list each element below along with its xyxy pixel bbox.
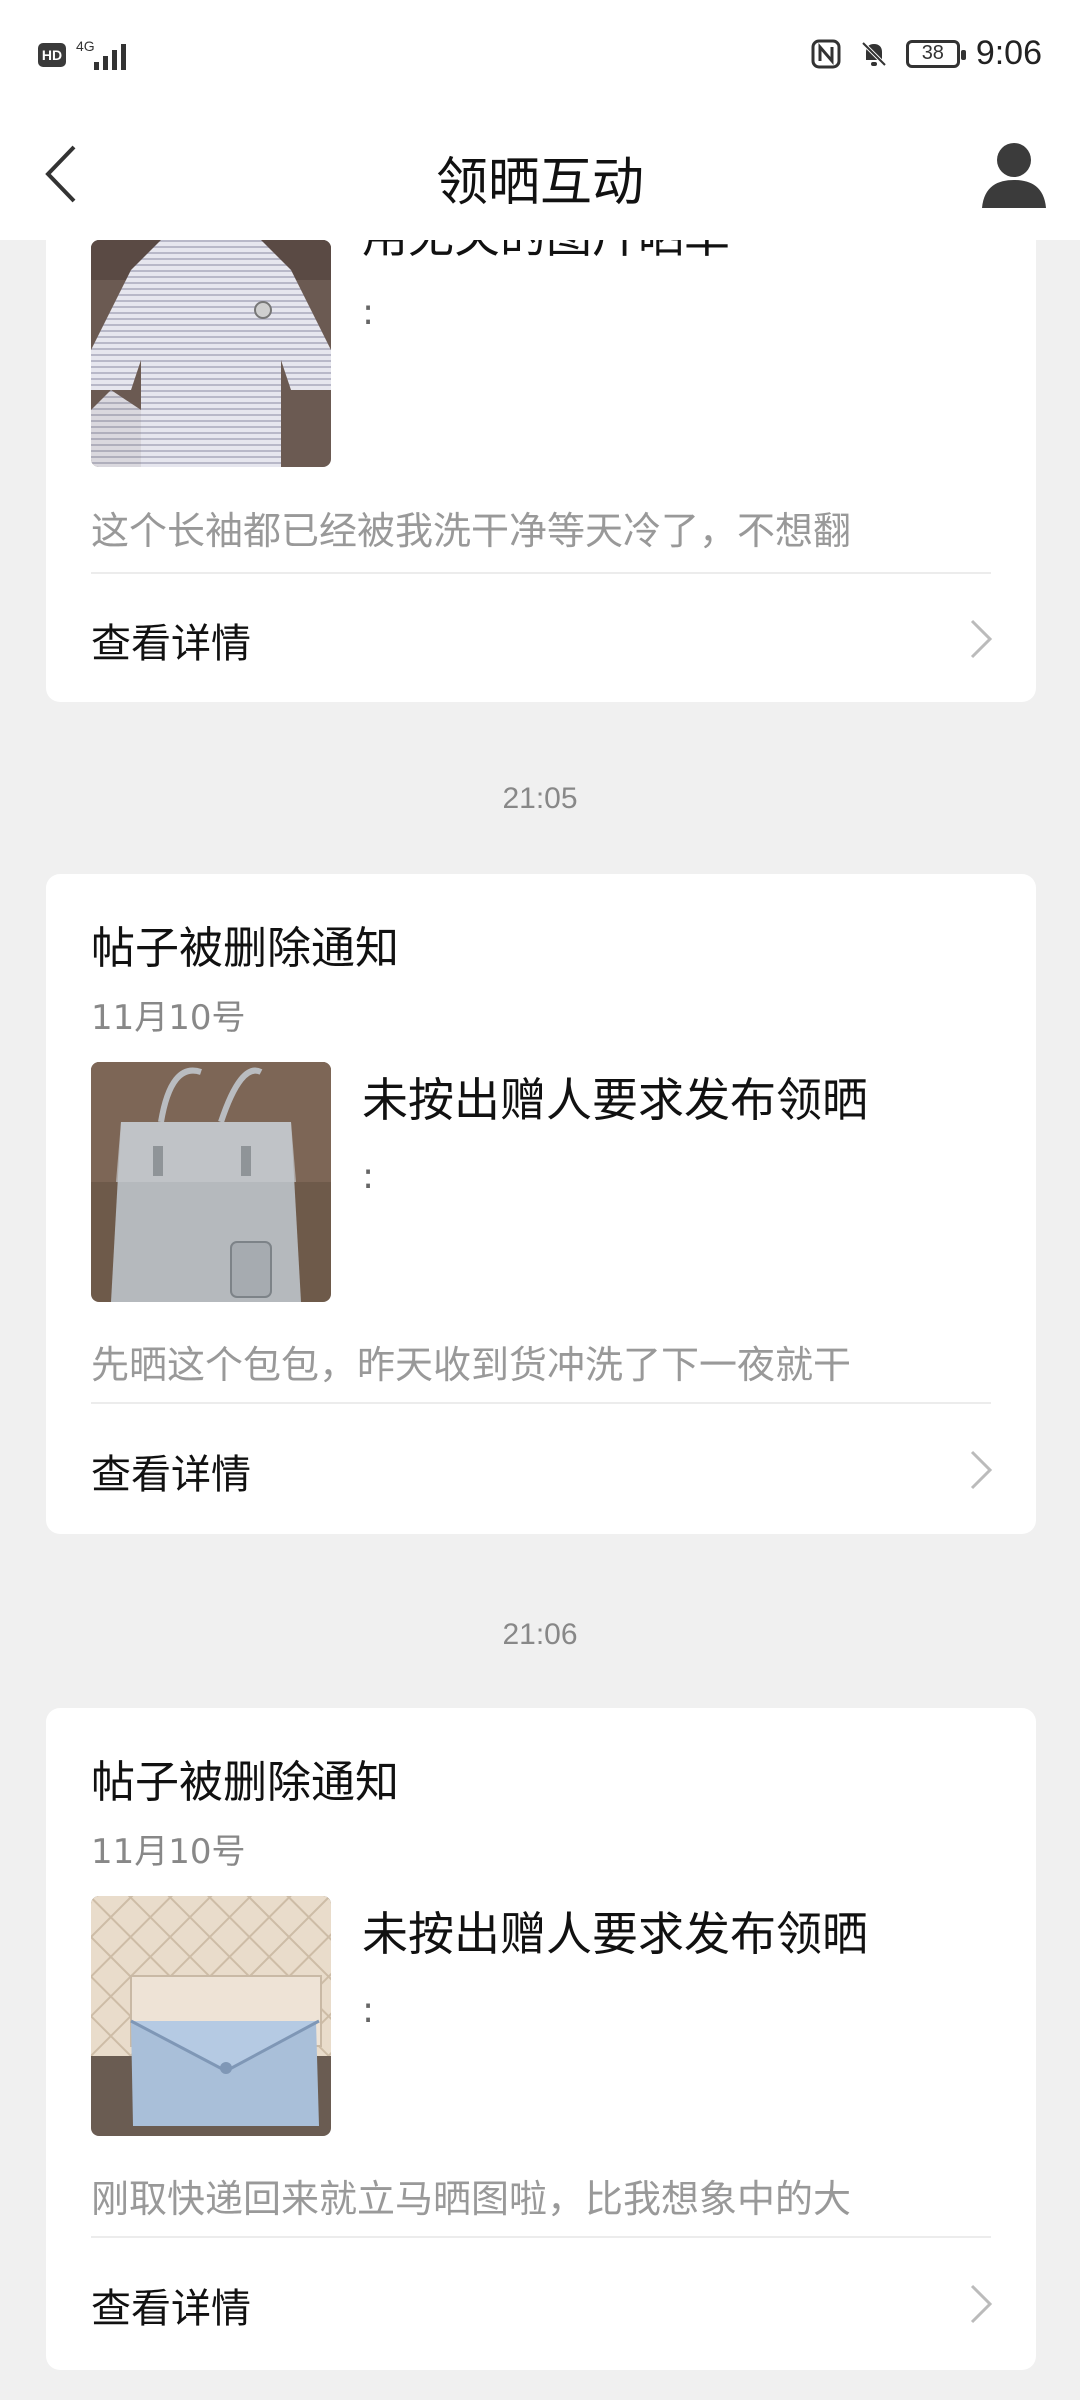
view-details-label: 查看详情	[91, 2286, 251, 2332]
post-thumbnail[interactable]	[91, 1062, 331, 1302]
clock: 9:06	[975, 34, 1042, 72]
post-excerpt: 这个长袖都已经被我洗干净等天冷了，不想翻	[91, 509, 852, 553]
timestamp: 21:06	[502, 1618, 578, 1651]
chevron-right-icon	[970, 619, 993, 659]
hd-badge: HD	[38, 43, 66, 67]
status-left: HD 4G	[38, 38, 136, 72]
deletion-reason: 未按出赠人要求发布领晒	[362, 1073, 868, 1127]
post-thumbnail[interactable]	[91, 1896, 331, 2136]
notification-card: 帖子被删除通知 11月10号 未按出赠人要求发布领晒 : 先晒这个包包，昨天收到…	[46, 874, 1036, 1534]
card-title: 帖子被删除通知	[91, 923, 399, 974]
reason-separator: :	[362, 292, 375, 333]
battery-icon: 38	[905, 39, 966, 68]
card-date: 11月10号	[91, 1832, 246, 1872]
page-title: 领晒互动	[435, 153, 644, 213]
quilted-bag-and-wallet-photo	[91, 1896, 331, 2136]
profile-button[interactable]	[972, 132, 1056, 216]
deletion-reason: 用无关的图片晒单	[362, 240, 730, 266]
card-title: 帖子被删除通知	[91, 1757, 399, 1808]
reason-separator: :	[362, 1990, 375, 2031]
network-type: 4G	[76, 38, 95, 54]
notification-card: 用无关的图片晒单 : 这个长袖都已经被我洗干净等天冷了，不想翻 查看详情	[46, 240, 1036, 702]
user-icon	[982, 143, 1046, 208]
status-bar: HD 4G 38 9:06	[0, 0, 1080, 110]
notification-card: 帖子被删除通知 11月10号 未按出赠人要求发布领晒 : 刚取快递回来就立马晒图…	[46, 1708, 1036, 2370]
timestamp: 21:05	[502, 782, 578, 815]
silver-handbag-photo	[91, 1062, 331, 1302]
post-excerpt: 先晒这个包包，昨天收到货冲洗了下一夜就干	[91, 1343, 852, 1387]
mute-bell-icon	[861, 41, 887, 66]
signal-icon: 4G	[76, 38, 136, 72]
post-excerpt: 刚取快递回来就立马晒图啦，比我想象中的大	[91, 2177, 852, 2221]
post-thumbnail[interactable]	[91, 240, 331, 467]
view-details-label: 查看详情	[91, 1452, 251, 1498]
app-header: 领晒互动	[0, 110, 1080, 240]
reason-separator: :	[362, 1156, 375, 1197]
deletion-reason: 未按出赠人要求发布领晒	[362, 1907, 868, 1961]
view-details-button[interactable]: 查看详情	[46, 1404, 1036, 1534]
nfc-icon	[811, 39, 841, 68]
view-details-button[interactable]: 查看详情	[46, 573, 1036, 703]
chevron-right-icon	[970, 2284, 993, 2324]
view-details-button[interactable]: 查看详情	[46, 2238, 1036, 2368]
status-right: 38 9:06	[810, 34, 1042, 73]
chevron-right-icon	[970, 1450, 993, 1490]
view-details-label: 查看详情	[91, 621, 251, 667]
striped-longsleeve-photo	[91, 240, 331, 467]
card-date: 11月10号	[91, 998, 246, 1038]
